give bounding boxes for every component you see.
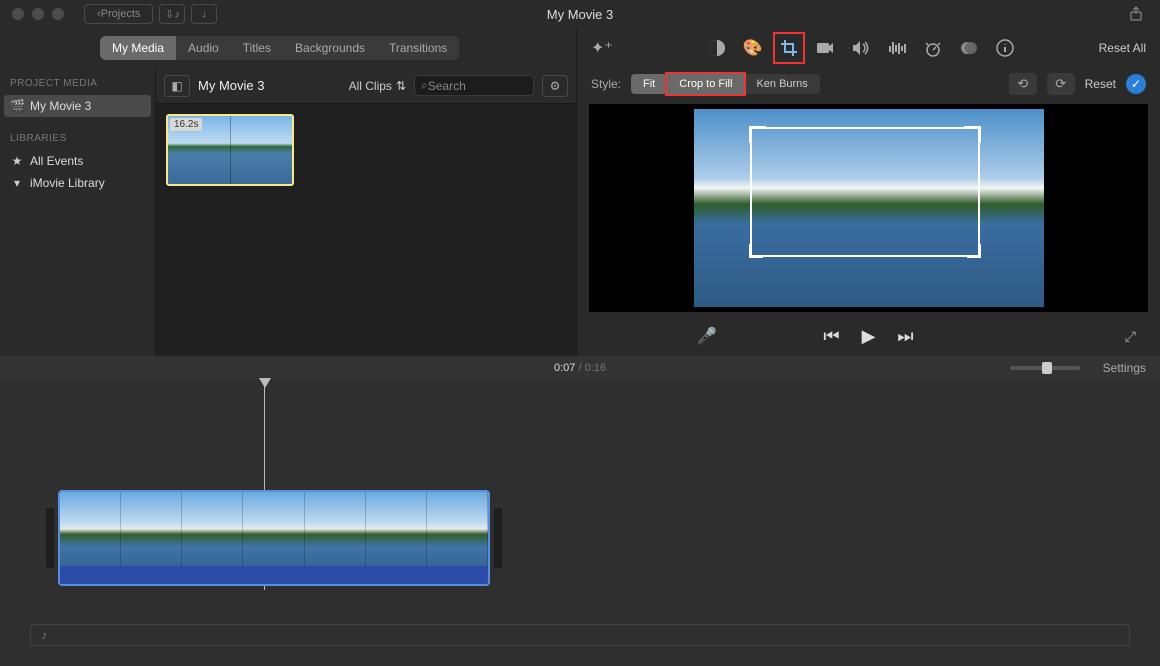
zoom-window-icon[interactable]	[52, 8, 64, 20]
sidebar-item-label: All Events	[30, 154, 83, 168]
audio-waveform	[60, 566, 488, 584]
clip-trim-right[interactable]	[494, 508, 502, 568]
sidebar-item-project-label: My Movie 3	[30, 99, 91, 113]
rotate-cw-icon[interactable]: ⟳	[1047, 73, 1075, 95]
window-titlebar: ‹ Projects ⇩♪ ↓ My Movie 3	[0, 0, 1160, 28]
share-icon[interactable]	[1124, 4, 1148, 24]
sidebar-heading-libraries: LIBRARIES	[0, 127, 155, 150]
tab-transitions[interactable]: Transitions	[377, 36, 459, 60]
color-balance-icon[interactable]	[705, 36, 729, 60]
media-clip[interactable]: 16.2s	[166, 114, 294, 186]
import-arrow-icon[interactable]: ↓	[191, 4, 217, 24]
browser-toolbar: ◧ My Movie 3 All Clips ⇅ ⌕ ⚙	[156, 68, 576, 104]
adjustments-toolbar: ✦⁺ 🎨 Reset All	[577, 28, 1160, 68]
tab-audio[interactable]: Audio	[176, 36, 231, 60]
crop-selection[interactable]	[750, 127, 980, 257]
search-field[interactable]: ⌕	[414, 75, 534, 96]
clips-filter-label: All Clips	[349, 79, 392, 93]
speed-icon[interactable]	[921, 36, 945, 60]
sidebar-item-all-events[interactable]: ★ All Events	[0, 150, 155, 172]
fullscreen-icon[interactable]: ⤢	[1125, 328, 1136, 345]
minimize-window-icon[interactable]	[32, 8, 44, 20]
timeline-settings-button[interactable]: Settings	[1103, 361, 1146, 375]
browser-title: My Movie 3	[198, 78, 264, 93]
noise-reduction-icon[interactable]	[885, 36, 909, 60]
prev-frame-icon[interactable]: ⏮	[823, 326, 839, 347]
chevron-down-icon: ▾	[10, 176, 24, 190]
next-frame-icon[interactable]: ⏭	[897, 326, 913, 347]
info-icon[interactable]	[993, 36, 1017, 60]
style-ken-burns[interactable]: Ken Burns	[744, 74, 819, 94]
tab-my-media[interactable]: My Media	[100, 36, 176, 60]
sidebar: PROJECT MEDIA 🎬 My Movie 3 LIBRARIES ★ A…	[0, 68, 155, 356]
preview-viewer	[589, 104, 1148, 312]
volume-icon[interactable]	[849, 36, 873, 60]
window-title: My Movie 3	[547, 7, 613, 22]
magic-wand-icon[interactable]: ✦⁺	[591, 38, 613, 58]
total-time: / 0:16	[575, 362, 606, 374]
current-time: 0:07	[554, 362, 575, 374]
zoom-knob[interactable]	[1042, 362, 1052, 374]
timeline[interactable]: ♪	[0, 380, 1160, 666]
clip-browser: 16.2s	[156, 104, 576, 356]
star-icon: ★	[10, 154, 24, 168]
apply-check-icon[interactable]: ✓	[1126, 74, 1146, 94]
stabilization-icon[interactable]	[813, 36, 837, 60]
color-correction-icon[interactable]: 🎨	[741, 36, 765, 60]
traffic-lights	[12, 8, 64, 20]
clapper-icon: 🎬	[10, 99, 24, 113]
projects-back-button[interactable]: ‹ Projects	[84, 4, 153, 24]
sidebar-item-imovie-library[interactable]: ▾ iMovie Library	[0, 172, 155, 194]
clip-duration-badge: 16.2s	[170, 118, 202, 131]
projects-back-label: Projects	[101, 8, 141, 20]
close-window-icon[interactable]	[12, 8, 24, 20]
browser-settings-icon[interactable]: ⚙	[542, 75, 568, 97]
sidebar-item-label: iMovie Library	[30, 176, 105, 190]
tab-titles[interactable]: Titles	[231, 36, 283, 60]
reset-crop-button[interactable]: Reset	[1085, 77, 1116, 91]
timeline-header: 0:07 / 0:16 Settings	[0, 356, 1160, 380]
sidebar-item-project[interactable]: 🎬 My Movie 3	[4, 95, 151, 117]
audio-track[interactable]: ♪	[30, 624, 1130, 646]
style-fit[interactable]: Fit	[631, 74, 667, 94]
rotate-ccw-icon[interactable]: ⟲	[1009, 73, 1037, 95]
crop-style-row: Style: Fit Crop to Fill Ken Burns ⟲ ⟳ Re…	[577, 68, 1160, 100]
transport-controls: 🎤 ⏮ ▶ ⏭ ⤢	[577, 316, 1160, 356]
media-tabs: My Media Audio Titles Backgrounds Transi…	[0, 28, 576, 68]
video-preview[interactable]	[694, 109, 1044, 307]
updown-icon: ⇅	[396, 79, 406, 93]
video-overlay-icon[interactable]	[957, 36, 981, 60]
clip-trim-left[interactable]	[46, 508, 54, 568]
style-crop-to-fill[interactable]: Crop to Fill	[667, 74, 744, 94]
sidebar-heading-project-media: PROJECT MEDIA	[0, 72, 155, 95]
search-icon: ⌕	[421, 78, 428, 93]
crop-icon[interactable]	[777, 36, 801, 60]
tab-backgrounds[interactable]: Backgrounds	[283, 36, 377, 60]
music-icon: ♪	[41, 628, 47, 642]
timeline-clip[interactable]	[58, 490, 490, 586]
reset-all-button[interactable]: Reset All	[1099, 41, 1146, 55]
voiceover-icon[interactable]: 🎤	[697, 326, 717, 346]
search-input[interactable]	[428, 79, 518, 93]
import-media-icon[interactable]: ⇩♪	[159, 4, 185, 24]
play-icon[interactable]: ▶	[862, 326, 876, 347]
zoom-slider[interactable]	[1010, 366, 1080, 370]
style-label: Style:	[591, 77, 621, 91]
clips-filter-dropdown[interactable]: All Clips ⇅	[349, 79, 406, 93]
sidebar-toggle-icon[interactable]: ◧	[164, 75, 190, 97]
